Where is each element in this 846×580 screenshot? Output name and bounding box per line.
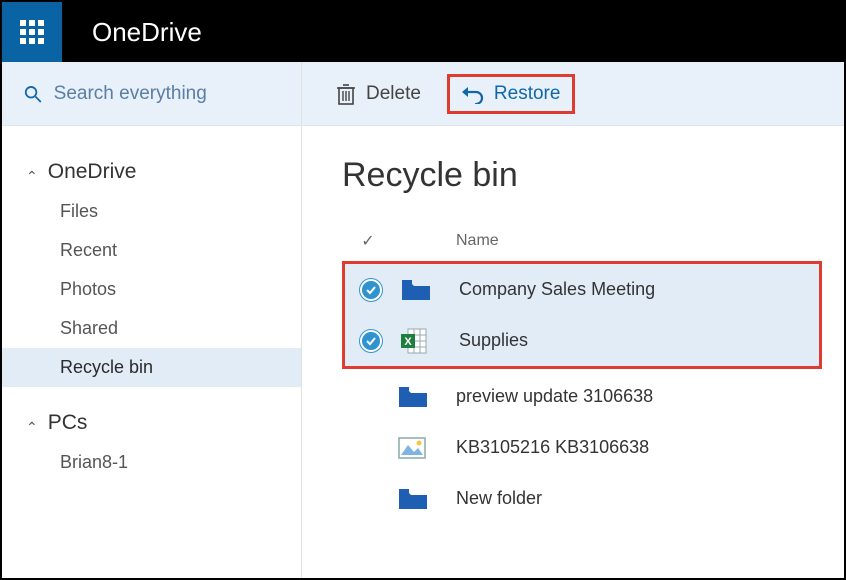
chevron-up-icon [26, 160, 38, 184]
excel-icon: X [401, 328, 427, 354]
item-name: Supplies [459, 330, 819, 351]
undo-icon [462, 84, 484, 104]
selection-highlight-box: Company Sales Meeting [342, 261, 822, 369]
nav[interactable]: OneDrive Files Recent Photos Shared Recy… [2, 126, 301, 578]
nav-item-pc[interactable]: Brian8-1 [2, 443, 301, 482]
item-name: preview update 3106638 [456, 386, 822, 407]
item-name: Company Sales Meeting [459, 279, 819, 300]
nav-item-recent[interactable]: Recent [2, 231, 301, 270]
search-icon [24, 84, 42, 104]
content: Recycle bin ✓ Name Company [302, 126, 844, 578]
trash-icon [336, 83, 356, 105]
list-item[interactable]: preview update 3106638 [342, 371, 822, 422]
toolbar: Delete Restore [302, 62, 844, 126]
checkmark-icon[interactable] [360, 330, 382, 352]
column-check[interactable]: ✓ [342, 231, 394, 251]
item-name: KB3105216 KB3106638 [456, 437, 822, 458]
list-item[interactable]: New folder [342, 473, 822, 524]
restore-highlight-box: Restore [447, 74, 576, 114]
nav-item-photos[interactable]: Photos [2, 270, 301, 309]
nav-group-label: OneDrive [48, 160, 137, 184]
list-item[interactable]: Company Sales Meeting [345, 264, 819, 315]
folder-icon [401, 279, 431, 301]
column-headers: ✓ Name [342, 225, 822, 261]
restore-label: Restore [494, 83, 561, 105]
main: Delete Restore Recycle bin ✓ Name [302, 62, 844, 578]
search-bar[interactable] [2, 62, 301, 126]
column-name[interactable]: Name [456, 232, 822, 250]
waffle-icon [20, 20, 44, 44]
delete-label: Delete [366, 83, 421, 105]
delete-button[interactable]: Delete [324, 77, 433, 111]
list-item[interactable]: KB3105216 KB3106638 [342, 422, 822, 473]
nav-item-files[interactable]: Files [2, 192, 301, 231]
brand-title: OneDrive [92, 17, 202, 48]
folder-icon [398, 488, 428, 510]
nav-item-recycle-bin[interactable]: Recycle bin [2, 348, 301, 387]
sidebar: OneDrive Files Recent Photos Shared Recy… [2, 62, 302, 578]
nav-item-shared[interactable]: Shared [2, 309, 301, 348]
folder-icon [398, 386, 428, 408]
image-icon [398, 437, 426, 459]
search-input[interactable] [54, 83, 279, 105]
item-name: New folder [456, 488, 822, 509]
svg-text:X: X [404, 336, 412, 348]
app-launcher-button[interactable] [2, 2, 62, 62]
list-item[interactable]: X Supplies [345, 315, 819, 366]
app-header: OneDrive [2, 2, 844, 62]
nav-group-onedrive[interactable]: OneDrive [2, 152, 301, 192]
nav-group-pcs[interactable]: PCs [2, 403, 301, 443]
chevron-up-icon [26, 411, 38, 435]
page-title: Recycle bin [342, 156, 822, 195]
checkmark-icon[interactable] [360, 279, 382, 301]
nav-group-label: PCs [48, 411, 88, 435]
restore-button[interactable]: Restore [450, 77, 573, 111]
